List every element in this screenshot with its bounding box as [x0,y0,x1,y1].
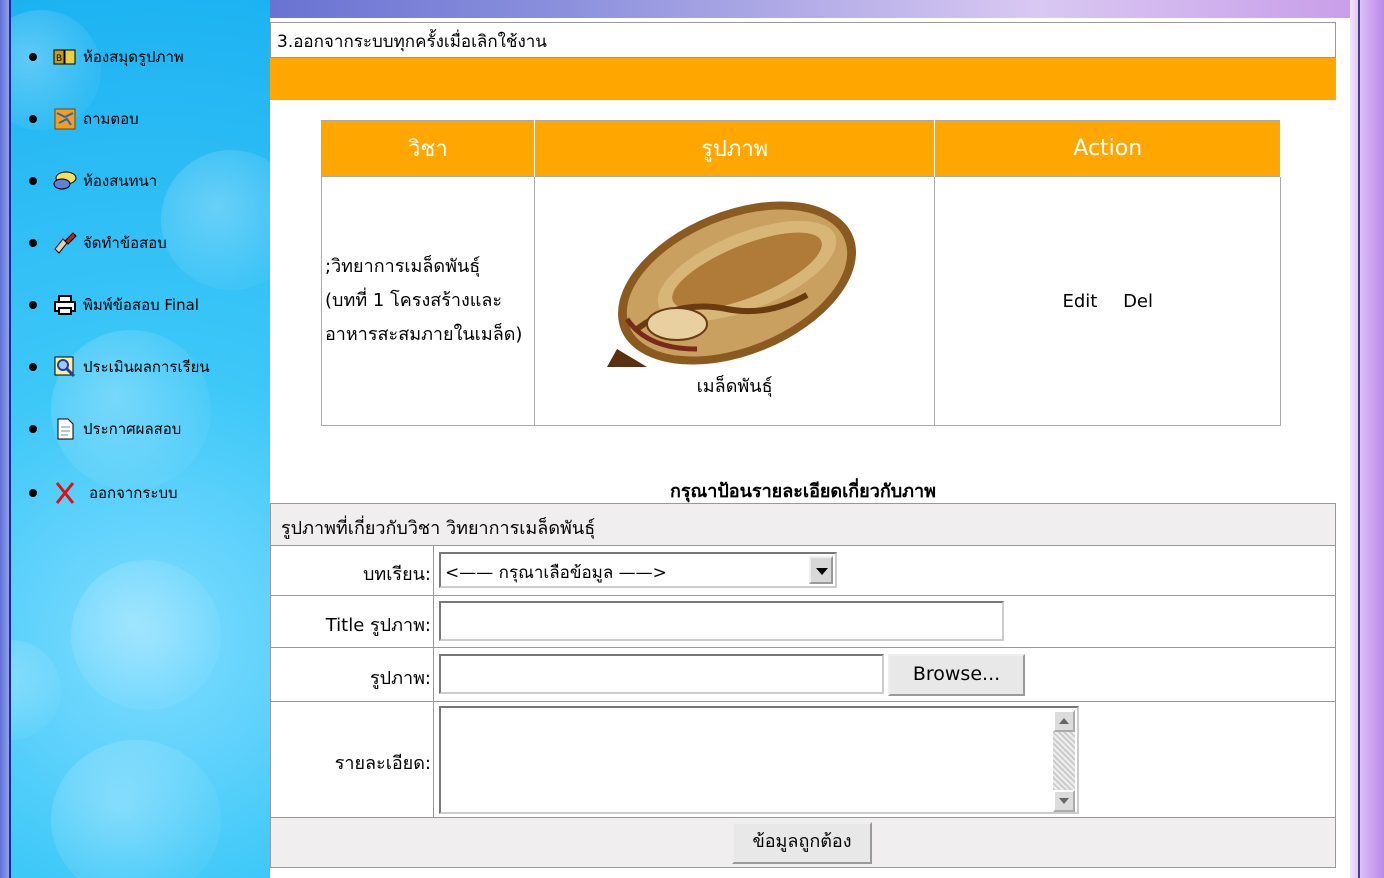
column-header-picture: รูปภาพ [534,120,936,177]
window-right-gradient [1350,0,1384,878]
picture-details-form: รูปภาพที่เกี่ยวกับวิชา วิทยาการเมล็ดพันธ… [270,503,1336,868]
subject-line: ;วิทยาการเมล็ดพันธุ์ [325,256,481,277]
lesson-select[interactable]: <—— กรุณาเลือข้อมูล ——> [439,552,837,588]
bullet [29,425,37,433]
subject-info-text: รูปภาพที่เกี่ยวกับวิชา วิทยาการเมล็ดพันธ… [281,518,596,539]
bullet [29,489,37,497]
delete-link[interactable]: Del [1123,291,1153,312]
image-label: รูปภาพ: [370,668,431,689]
subject-line: (บทที่ 1 โครงสร้างและ [325,290,503,311]
image-caption: เมล็ดพันธุ์ [696,375,773,397]
bullet [29,177,37,185]
browse-button[interactable]: Browse... [888,654,1025,696]
sidebar-item-label: ห้องสนทนา [83,172,158,190]
column-header-action: Action [934,120,1281,177]
form-image-row: รูปภาพ: Browse... [271,648,1335,702]
scroll-track[interactable] [1053,732,1075,790]
sidebar-item-logout[interactable]: ออกจากระบบ [11,476,270,510]
bullet [29,53,37,61]
sidebar-item-picture-library[interactable]: B ห้องสมุดรูปภาพ [11,40,270,74]
document-icon [53,417,77,441]
form-subject-row: รูปภาพที่เกี่ยวกับวิชา วิทยาการเมล็ดพันธ… [271,504,1335,546]
map-icon [53,107,77,131]
sidebar-item-label: ห้องสมุดรูปภาพ [83,48,184,66]
title-label: Title รูปภาพ: [325,615,431,636]
table-header-row: วิชา รูปภาพ Action [321,120,1281,177]
notice-text: 3.ออกจากระบบทุกครั้งเมื่อเลิกใช้งาน [277,32,547,52]
sidebar-item-evaluation[interactable]: ประเมินผลการเรียน [11,350,270,384]
bg-bubble [51,740,221,878]
column-header-subject: วิชา [321,120,535,177]
scroll-up-icon[interactable] [1053,710,1075,732]
window-left-edge [0,0,9,878]
sidebar-item-print-final[interactable]: พิมพ์ข้อสอบ Final [11,288,270,322]
subject-line: อาหารสะสมภายในเมล็ด) [325,324,523,345]
sidebar-item-chatroom[interactable]: ห้องสนทนา [11,164,270,198]
detail-textarea[interactable] [439,706,1079,814]
table-row: ;วิทยาการเมล็ดพันธุ์ (บทที่ 1 โครงสร้างแ… [321,176,1281,426]
magnifier-icon [53,355,77,379]
picture-list-table: วิชา รูปภาพ Action ;วิทยาการเมล็ดพันธุ์ … [321,120,1281,426]
bullet [29,363,37,371]
image-file-input[interactable] [439,654,884,694]
column-separator [433,546,434,596]
bullet [29,239,37,247]
action-cell: Edit Del [934,176,1281,426]
logout-notice: 3.ออกจากระบบทุกครั้งเมื่อเลิกใช้งาน [270,22,1336,58]
sidebar-item-label: พิมพ์ข้อสอบ Final [83,296,199,314]
chevron-down-icon[interactable] [809,556,833,584]
sidebar: B ห้องสมุดรูปภาพ ถามตอบ ห้องสนทนา จัดทำข… [11,0,270,878]
column-separator [433,648,434,702]
pen-icon [53,231,77,255]
book-icon: B [53,45,77,69]
exit-x-icon [53,481,77,505]
picture-cell: เมล็ดพันธุ์ [533,176,936,426]
lesson-label: บทเรียน: [362,564,431,585]
sidebar-item-qa[interactable]: ถามตอบ [11,102,270,136]
subject-text: ;วิทยาการเมล็ดพันธุ์ (บทที่ 1 โครงสร้างแ… [323,250,533,352]
form-detail-row: รายละเอียด: [271,702,1335,818]
bullet [29,115,37,123]
chat-icon [53,169,77,193]
detail-label: รายละเอียด: [334,753,431,774]
column-separator [433,702,434,818]
sidebar-item-announce-results[interactable]: ประกาศผลสอบ [11,412,270,446]
right-border-line [1358,0,1360,878]
edit-link[interactable]: Edit [1062,291,1097,312]
orange-divider-bar [270,58,1336,100]
sidebar-item-label: ประกาศผลสอบ [83,420,182,438]
column-separator [433,596,434,648]
seed-cross-section-image [606,198,863,367]
subject-cell: ;วิทยาการเมล็ดพันธุ์ (บทที่ 1 โครงสร้างแ… [321,176,535,426]
form-title-row: Title รูปภาพ: [271,596,1335,648]
textarea-scrollbar[interactable] [1053,710,1075,812]
printer-icon [53,293,77,317]
sidebar-item-label: ประเมินผลการเรียน [83,358,210,376]
sidebar-item-create-exam[interactable]: จัดทำข้อสอบ [11,226,270,260]
sidebar-item-label: จัดทำข้อสอบ [83,234,167,252]
form-heading: กรุณาป้อนรายละเอียดเกี่ยวกับภาพ [669,481,936,502]
scroll-down-icon[interactable] [1053,790,1075,812]
form-lesson-row: บทเรียน: <—— กรุณาเลือข้อมูล ——> [271,546,1335,596]
submit-button[interactable]: ข้อมูลถูกต้อง [732,822,872,864]
form-submit-row: ข้อมูลถูกต้อง [271,818,1335,867]
bullet [29,301,37,309]
lesson-selected-value: <—— กรุณาเลือข้อมูล ——> [445,563,667,583]
bg-bubble [71,560,221,710]
bg-bubble [11,640,61,740]
sidebar-item-label: ออกจากระบบ [89,484,178,502]
sidebar-item-label: ถามตอบ [83,110,139,128]
title-input[interactable] [439,601,1004,641]
svg-text:B: B [56,54,62,64]
